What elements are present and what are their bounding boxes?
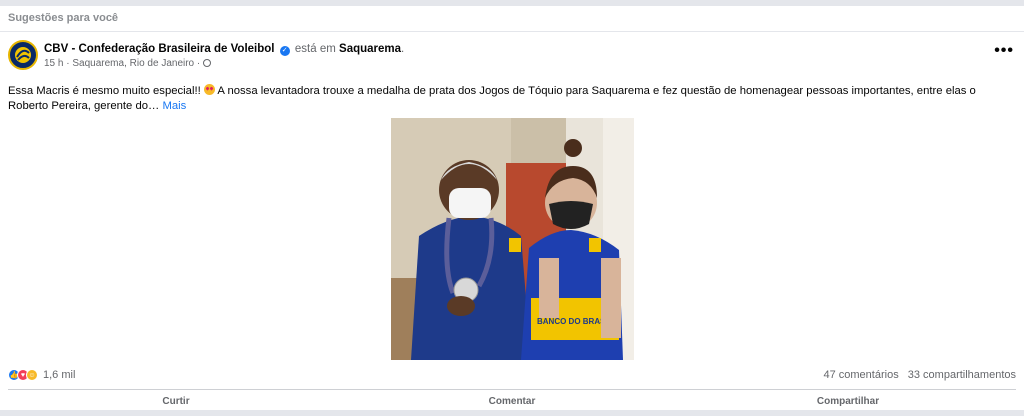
verified-badge-icon: ✓ (279, 46, 290, 56)
post-actions: Curtir Comentar Compartilhar (8, 391, 1016, 413)
author-name[interactable]: CBV - Confederação Brasileira de Voleibo… (44, 43, 275, 55)
comment-button[interactable]: Comentar (344, 391, 680, 413)
reactions-summary[interactable]: 👍 ♥ ☺ 1,6 mil (8, 369, 75, 381)
actions-divider (8, 389, 1016, 390)
post-location[interactable]: Saquarema, Rio de Janeiro (72, 58, 194, 69)
post-meta: 15 h · Saquarema, Rio de Janeiro · (44, 57, 404, 70)
post-text-part1: Essa Macris é mesmo muito especial!! (8, 85, 201, 97)
more-options-button[interactable]: ••• (994, 43, 1014, 59)
suggestions-header: Sugestões para você (0, 6, 1024, 32)
post-header: CBV - Confederação Brasileira de Voleibo… (8, 40, 404, 70)
reaction-count[interactable]: 1,6 mil (43, 369, 75, 381)
post-time[interactable]: 15 h (44, 58, 63, 69)
place-link[interactable]: Saquarema (339, 43, 401, 55)
post-photo[interactable]: BANCO DO BRASIL (391, 118, 634, 360)
care-reaction-icon: ☺ (26, 369, 38, 381)
post-text: Essa Macris é mesmo muito especial!! A n… (8, 84, 1018, 114)
like-button[interactable]: Curtir (8, 391, 344, 413)
engagement-counts: 47 comentários 33 compartilhamentos (817, 369, 1016, 381)
comments-count[interactable]: 47 comentários (823, 369, 898, 381)
is-at-label: está em (294, 43, 336, 55)
globe-icon (203, 59, 212, 67)
mask-2-icon (549, 201, 593, 229)
heart-eyes-emoji-icon (203, 84, 215, 95)
shares-count[interactable]: 33 compartilhamentos (908, 369, 1016, 381)
see-more-link[interactable]: Mais (162, 100, 186, 112)
share-button[interactable]: Compartilhar (680, 391, 1016, 413)
cbv-logo-icon[interactable] (8, 40, 38, 70)
post-card: Sugestões para você CBV - Confederação B… (0, 6, 1024, 410)
mask-1-icon (449, 188, 491, 218)
